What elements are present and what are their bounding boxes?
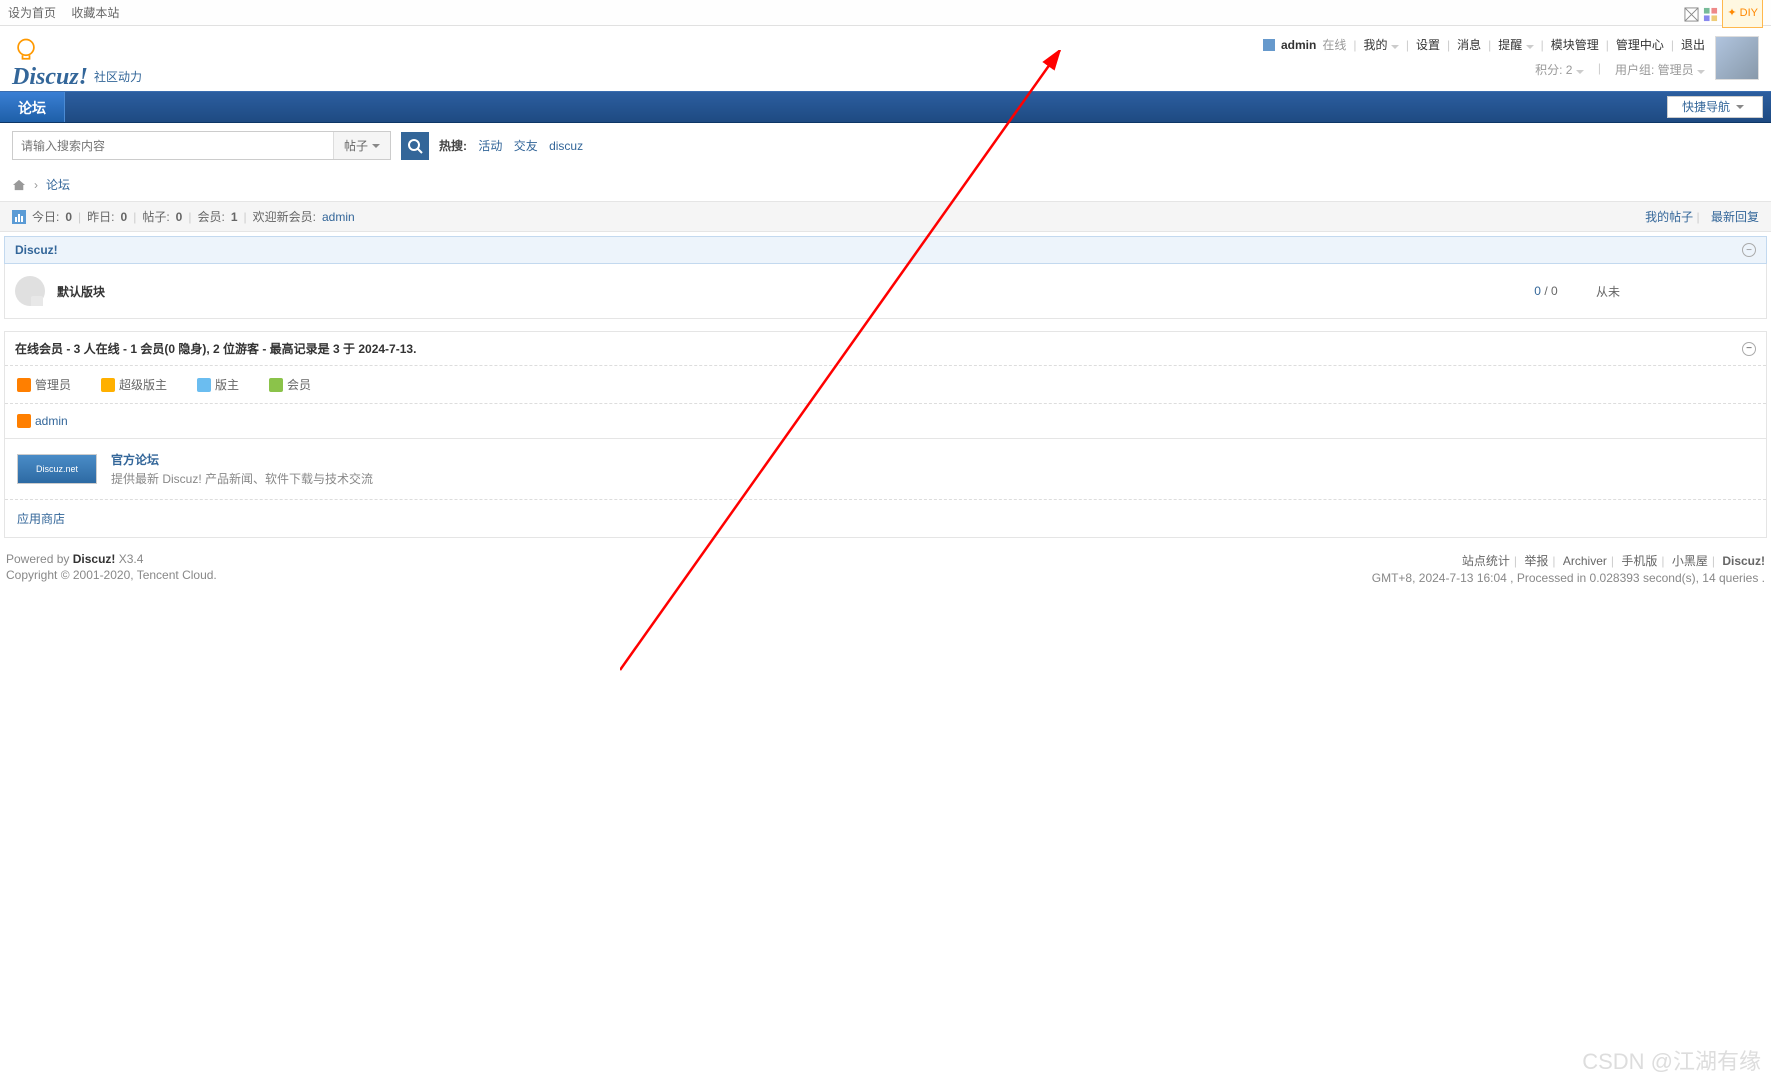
user-status: 在线 bbox=[1322, 36, 1346, 53]
forum-row: 默认版块 0 / 0 从未 bbox=[4, 264, 1767, 319]
bulb-icon bbox=[12, 36, 40, 64]
hot-link-1[interactable]: 活动 bbox=[478, 139, 502, 153]
nav-tab-forum[interactable]: 论坛 bbox=[0, 92, 65, 122]
footer-link-discuz[interactable]: Discuz! bbox=[1722, 554, 1765, 568]
messages-link[interactable]: 消息 bbox=[1457, 36, 1481, 53]
watermark: CSDN @江湖有缘 bbox=[1582, 1044, 1761, 1076]
logo-sub: 社区动力 bbox=[94, 68, 142, 85]
forum-threads: 0 bbox=[1534, 284, 1541, 298]
footer-link-report[interactable]: 举报 bbox=[1524, 554, 1548, 568]
footer-link-stats[interactable]: 站点统计 bbox=[1462, 554, 1510, 568]
favorite-link[interactable]: 收藏本站 bbox=[71, 6, 119, 20]
footer-version: X3.4 bbox=[119, 552, 144, 566]
hot-link-3[interactable]: discuz bbox=[549, 139, 583, 153]
online-header-text: 在线会员 - 3 人在线 - 1 会员(0 隐身), 2 位游客 - 最高记录是… bbox=[15, 340, 416, 357]
user-panel: admin 在线 | 我的 | 设置 | 消息 | 提醒 | 模块管理 | 管理… bbox=[1263, 36, 1705, 78]
supermod-badge-icon bbox=[101, 378, 115, 392]
stats-bar: 今日: 0 | 昨日: 0 | 帖子: 0 | 会员: 1 | 欢迎新会员: a… bbox=[0, 201, 1771, 232]
footer-time: GMT+8, 2024-7-13 16:04 , Processed in 0.… bbox=[1372, 571, 1765, 585]
search-bar: 帖子 热搜: 活动 交友 discuz bbox=[0, 123, 1771, 168]
points-label: 积分: bbox=[1535, 63, 1562, 77]
search-button[interactable] bbox=[401, 132, 429, 160]
logo-main: Discuz! bbox=[12, 64, 88, 91]
collapse-icon[interactable]: − bbox=[1742, 243, 1756, 257]
category-name-link[interactable]: Discuz! bbox=[15, 243, 58, 257]
today-value: 0 bbox=[65, 210, 72, 224]
welcome-label: 欢迎新会员: bbox=[253, 208, 316, 225]
footer-brand: Discuz! bbox=[73, 552, 116, 566]
search-input[interactable] bbox=[13, 132, 333, 159]
toolbar-icon-2[interactable] bbox=[1703, 5, 1718, 20]
points-value: 2 bbox=[1566, 63, 1573, 77]
footer-link-archiver[interactable]: Archiver bbox=[1563, 554, 1607, 568]
footer: Powered by Discuz! X3.4 Copyright © 2001… bbox=[0, 538, 1771, 601]
diy-button[interactable]: ✦ DIY bbox=[1722, 0, 1763, 28]
legend-admin: 管理员 bbox=[35, 376, 71, 393]
category-header: Discuz! − bbox=[4, 236, 1767, 264]
avatar[interactable] bbox=[1715, 36, 1759, 80]
set-home-link[interactable]: 设为首页 bbox=[8, 6, 56, 20]
official-forum-badge[interactable]: Discuz.net bbox=[17, 454, 97, 484]
members-label: 会员: bbox=[197, 208, 224, 225]
my-posts-link[interactable]: 我的帖子 bbox=[1645, 210, 1693, 224]
app-store-link[interactable]: 应用商店 bbox=[17, 512, 65, 526]
logo[interactable]: Discuz! 社区动力 bbox=[12, 36, 142, 91]
admin-center-link[interactable]: 管理中心 bbox=[1616, 36, 1664, 53]
mod-badge-icon bbox=[197, 378, 211, 392]
user-icon bbox=[1263, 39, 1275, 51]
footer-link-mobile[interactable]: 手机版 bbox=[1621, 554, 1657, 568]
members-value: 1 bbox=[231, 210, 238, 224]
hot-search-label: 热搜: bbox=[439, 139, 467, 153]
forum-lastpost: 从未 bbox=[1596, 283, 1756, 300]
legend-member: 会员 bbox=[287, 376, 311, 393]
legend-supermod: 超级版主 bbox=[119, 376, 167, 393]
official-forum-desc: 提供最新 Discuz! 产品新闻、软件下载与技术交流 bbox=[111, 470, 373, 487]
username-link[interactable]: admin bbox=[1281, 38, 1316, 52]
posts-label: 帖子: bbox=[142, 208, 169, 225]
collapse-icon[interactable]: − bbox=[1742, 342, 1756, 356]
top-bar: 设为首页 收藏本站 ✦ DIY bbox=[0, 0, 1771, 26]
online-user-link[interactable]: admin bbox=[35, 414, 68, 428]
settings-link[interactable]: 设置 bbox=[1416, 36, 1440, 53]
search-type-select[interactable]: 帖子 bbox=[333, 132, 390, 159]
home-icon[interactable] bbox=[12, 179, 26, 191]
forum-icon bbox=[15, 276, 45, 306]
magnify-icon bbox=[407, 138, 423, 154]
latest-replies-link[interactable]: 最新回复 bbox=[1711, 210, 1759, 224]
yesterday-value: 0 bbox=[121, 210, 128, 224]
posts-value: 0 bbox=[176, 210, 183, 224]
reminders-link[interactable]: 提醒 bbox=[1498, 36, 1533, 53]
forum-posts: 0 bbox=[1551, 284, 1558, 298]
online-block: 在线会员 - 3 人在线 - 1 会员(0 隐身), 2 位游客 - 最高记录是… bbox=[4, 331, 1767, 439]
forum-name-link[interactable]: 默认版块 bbox=[57, 283, 1496, 300]
official-forum-link[interactable]: 官方论坛 bbox=[111, 453, 159, 467]
copyright: Copyright © 2001-2020, Tencent Cloud. bbox=[6, 568, 217, 582]
group-label: 用户组: bbox=[1615, 63, 1654, 77]
breadcrumb: › 论坛 bbox=[0, 168, 1771, 201]
module-mgmt-link[interactable]: 模块管理 bbox=[1551, 36, 1599, 53]
chart-icon bbox=[12, 210, 26, 224]
group-value: 管理员 bbox=[1658, 63, 1694, 77]
today-label: 今日: bbox=[32, 208, 59, 225]
main-nav: 论坛 快捷导航 bbox=[0, 91, 1771, 123]
mine-link[interactable]: 我的 bbox=[1363, 36, 1398, 53]
member-badge-icon bbox=[269, 378, 283, 392]
admin-badge-icon bbox=[17, 414, 31, 428]
friend-links-block: Discuz.net 官方论坛 提供最新 Discuz! 产品新闻、软件下载与技… bbox=[4, 439, 1767, 538]
logout-link[interactable]: 退出 bbox=[1681, 36, 1705, 53]
crumb-forum[interactable]: 论坛 bbox=[46, 176, 70, 193]
admin-badge-icon bbox=[17, 378, 31, 392]
quick-nav-button[interactable]: 快捷导航 bbox=[1667, 96, 1763, 118]
powered-by: Powered by bbox=[6, 552, 69, 566]
yesterday-label: 昨日: bbox=[87, 208, 114, 225]
legend-mod: 版主 bbox=[215, 376, 239, 393]
toolbar-icon-1[interactable] bbox=[1684, 5, 1699, 20]
hot-link-2[interactable]: 交友 bbox=[514, 139, 538, 153]
header: Discuz! 社区动力 admin 在线 | 我的 | 设置 | 消息 | 提… bbox=[0, 26, 1771, 91]
footer-link-blacklist[interactable]: 小黑屋 bbox=[1672, 554, 1708, 568]
welcome-user-link[interactable]: admin bbox=[322, 210, 355, 224]
